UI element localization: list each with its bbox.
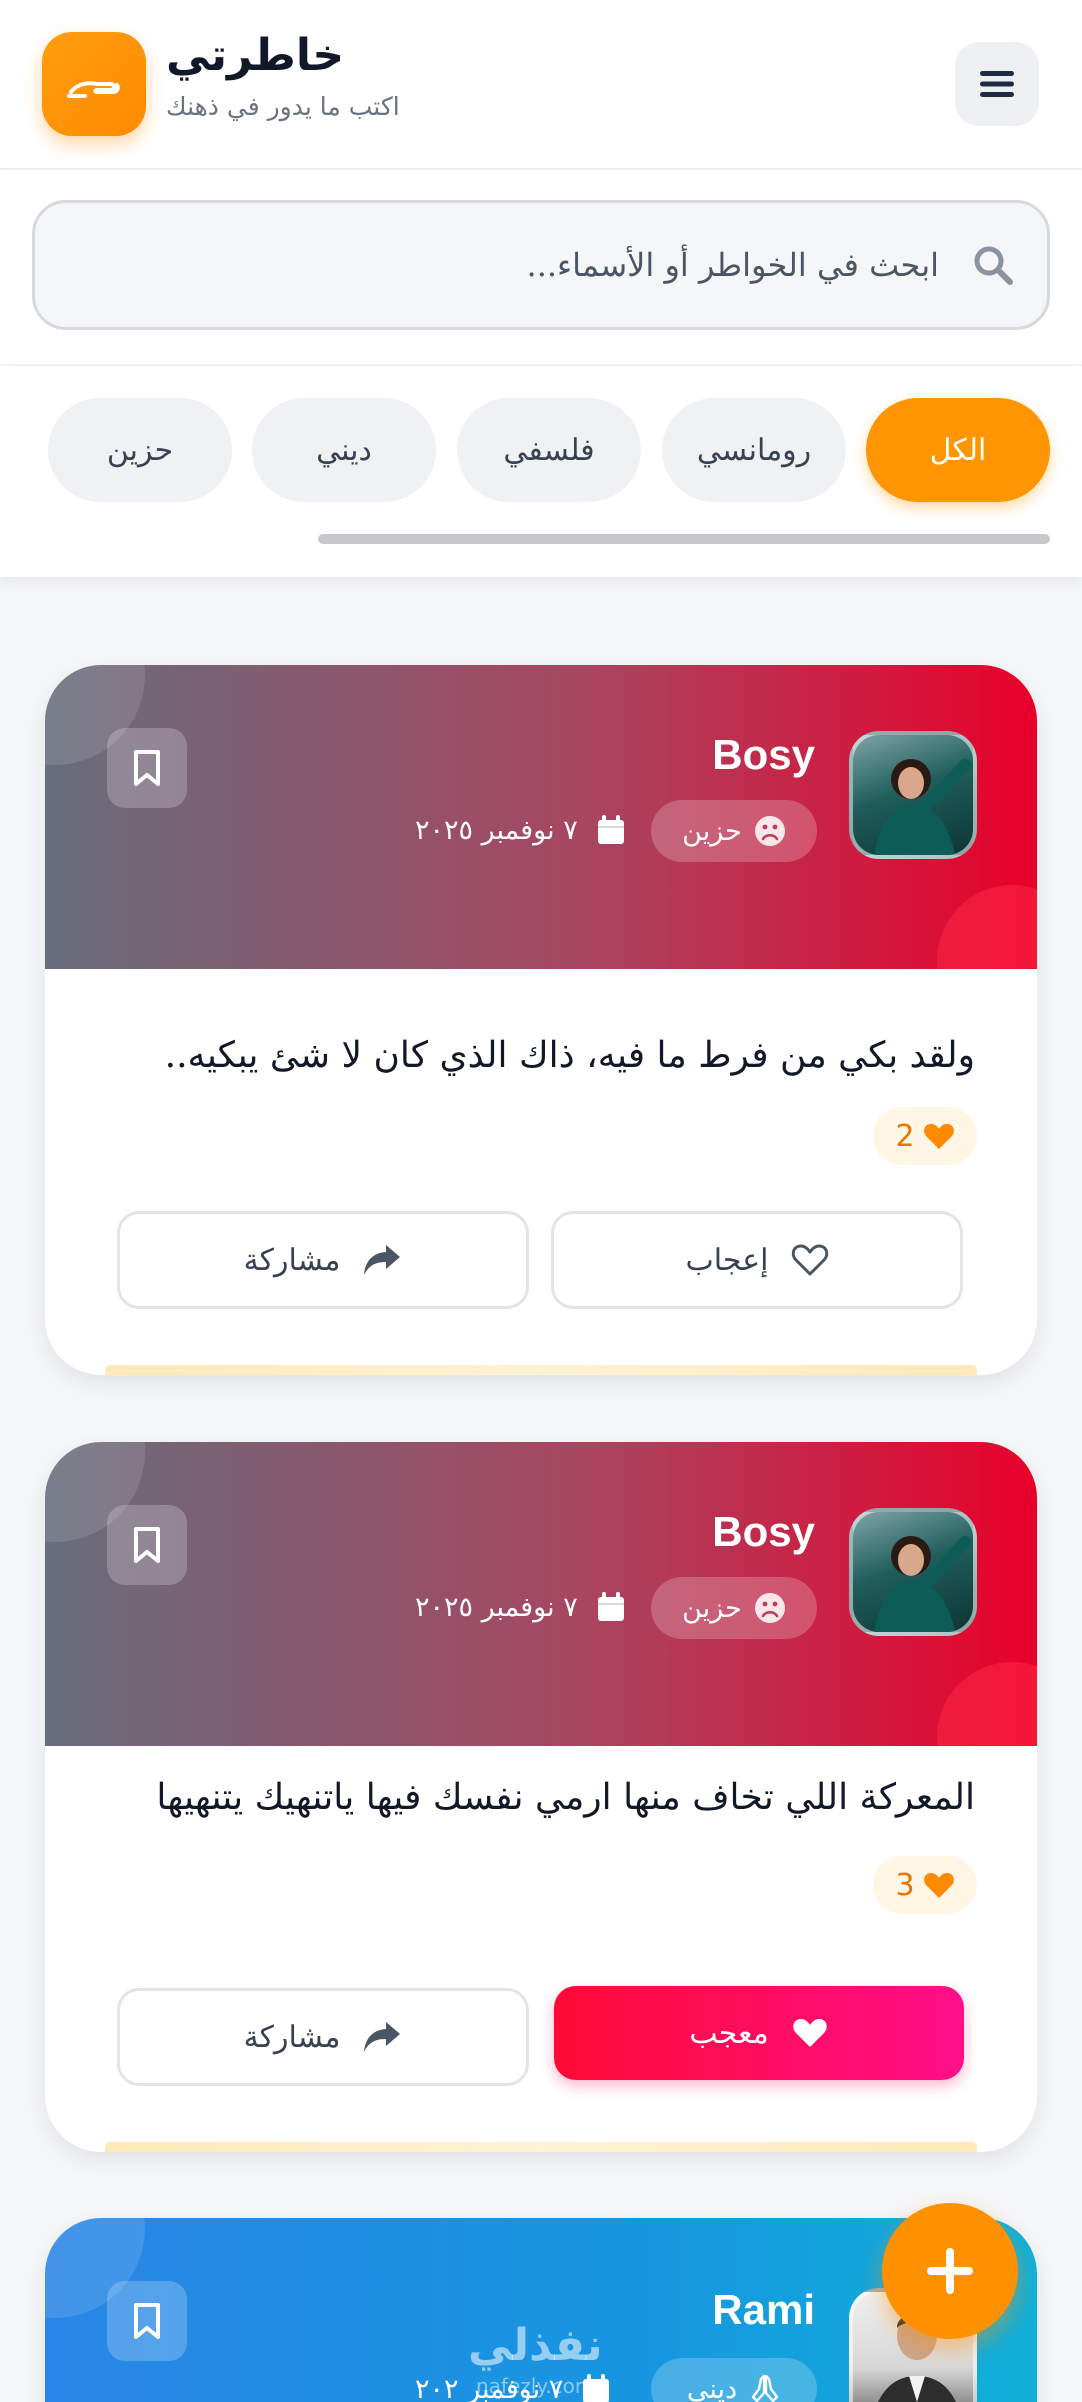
heart-outline-icon	[791, 1244, 828, 1276]
watermark-url: nafezly.com	[476, 2374, 595, 2398]
search-icon	[969, 241, 1017, 289]
like-count-badge: 2	[873, 1107, 977, 1165]
date-text: ٧ نوفمبر ٢٠٢٥	[415, 814, 578, 846]
filter-chip-religious[interactable]: ديني	[252, 398, 436, 502]
category-badge: ديني	[651, 2358, 817, 2402]
search-input[interactable]: ابحث في الخواطر أو الأسماء...	[32, 200, 1050, 330]
category-badge: حزين	[651, 1577, 817, 1639]
share-button-label: مشاركة	[243, 1242, 341, 1278]
post-date: ٧ نوفمبر ٢٠٢٥	[415, 805, 626, 855]
add-post-button[interactable]	[882, 2203, 1018, 2339]
share-icon	[364, 1245, 401, 1275]
bookmark-button[interactable]	[107, 2281, 187, 2361]
plus-icon	[927, 2248, 973, 2294]
avatar[interactable]	[849, 1508, 977, 1636]
category-label: حزين	[682, 1592, 742, 1624]
author-name[interactable]: Bosy	[712, 1508, 815, 1556]
post-card: Bosy حزين ٧ نوفمبر ٢٠٢٥ المعركة اللي تخا…	[45, 1442, 1037, 2152]
bookmark-icon	[134, 1527, 160, 1563]
heart-icon	[923, 1873, 954, 1898]
calendar-icon	[597, 815, 624, 844]
calendar-icon	[597, 1592, 624, 1621]
post-card-header: Bosy حزين ٧ نوفمبر ٢٠٢٥	[45, 665, 1037, 969]
sad-face-icon	[754, 816, 785, 846]
bookmark-button[interactable]	[107, 728, 187, 808]
app-title: خاطرتي	[166, 30, 345, 81]
decorative-circle	[937, 1662, 1037, 1746]
share-icon	[364, 2022, 401, 2052]
date-text: ٧ نوفمبر ٢٠٢٥	[415, 1591, 578, 1623]
bookmark-button[interactable]	[107, 1505, 187, 1585]
app-subtitle: اكتب ما يدور في ذهنك	[166, 92, 400, 121]
horizontal-scrollbar[interactable]	[318, 534, 1050, 544]
sad-face-icon	[754, 1593, 785, 1623]
like-count: 3	[895, 1867, 915, 1903]
search-section: ابحث في الخواطر أو الأسماء...	[0, 170, 1082, 364]
filter-chip-romantic[interactable]: رومانسي	[662, 398, 846, 502]
app-logo[interactable]	[42, 32, 146, 136]
hamburger-icon	[980, 71, 1014, 97]
share-button[interactable]: مشاركة	[117, 1988, 529, 2086]
like-count: 2	[895, 1118, 915, 1154]
filter-chip-philosophical[interactable]: فلسفي	[457, 398, 641, 502]
like-count-badge: 3	[873, 1856, 977, 1914]
hand-icon	[67, 81, 120, 98]
card-accent-line	[105, 2142, 977, 2152]
category-label: حزين	[682, 815, 742, 847]
post-card: Bosy حزين ٧ نوفمبر ٢٠٢٥ ولقد بكي من فرط …	[45, 665, 1037, 1375]
author-name[interactable]: Rami	[712, 2286, 815, 2334]
post-card-header: Bosy حزين ٧ نوفمبر ٢٠٢٥	[45, 1442, 1037, 1746]
like-button-label: معجب	[689, 2015, 769, 2051]
card-accent-line	[105, 1365, 977, 1375]
decorative-circle	[937, 885, 1037, 969]
watermark-logo: نفذلي	[468, 2320, 603, 2371]
share-button[interactable]: مشاركة	[117, 1211, 529, 1309]
filter-chip-all[interactable]: الكل	[866, 398, 1050, 502]
praying-hands-icon	[751, 2374, 779, 2402]
heart-filled-icon	[792, 2019, 827, 2047]
liked-button[interactable]: معجب	[554, 1986, 964, 2080]
heart-icon	[923, 1124, 954, 1149]
filter-chip-sad[interactable]: حزين	[48, 398, 232, 502]
like-button[interactable]: إعجاب	[551, 1211, 963, 1309]
post-date: ٧ نوفمبر ٢٠٢٥	[415, 1582, 626, 1632]
category-label: ديني	[686, 2373, 738, 2402]
search-placeholder: ابحث في الخواطر أو الأسماء...	[526, 246, 939, 284]
avatar[interactable]	[849, 731, 977, 859]
author-name[interactable]: Bosy	[712, 731, 815, 779]
like-button-label: إعجاب	[685, 1242, 769, 1278]
category-badge: حزين	[651, 800, 817, 862]
category-filter-bar: الكل رومانسي فلسفي ديني حزين	[0, 365, 1082, 577]
app-header: خاطرتي اكتب ما يدور في ذهنك	[0, 0, 1082, 168]
menu-button[interactable]	[955, 42, 1039, 126]
share-button-label: مشاركة	[243, 2019, 341, 2055]
post-text: المعركة اللي تخاف منها ارمي نفسك فيها يا…	[156, 1777, 975, 1818]
post-text: ولقد بكي من فرط ما فيه، ذاك الذي كان لا …	[164, 1035, 975, 1076]
bookmark-icon	[134, 2303, 160, 2339]
bookmark-icon	[134, 750, 160, 786]
